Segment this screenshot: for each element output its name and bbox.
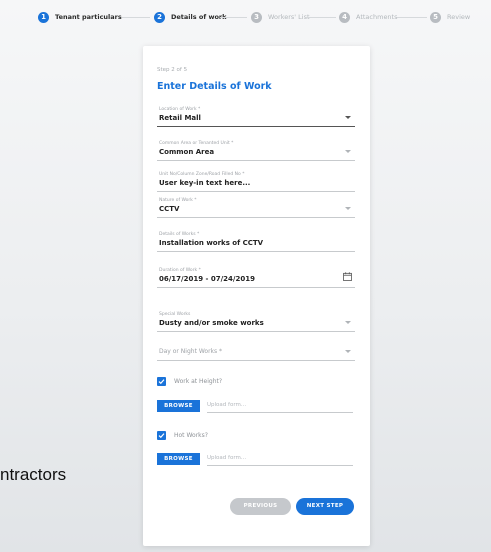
step-connector — [122, 17, 150, 18]
duration-date-range-input[interactable]: Duration of Work * 06/17/2019 - 07/24/20… — [157, 268, 355, 290]
step-label: Attachments — [356, 13, 398, 21]
chevron-down-icon — [345, 207, 351, 210]
upload-placeholder: Upload form... — [207, 402, 247, 408]
chevron-down-icon — [345, 350, 351, 353]
form-title: Enter Details of Work — [157, 81, 272, 92]
day-night-works-select[interactable]: Day or Night Works * — [157, 341, 355, 363]
field-label: Common Area or Tenanted Unit * — [159, 141, 234, 146]
field-underline — [207, 412, 353, 413]
field-underline — [157, 160, 355, 161]
previous-button[interactable]: PREVIOUS — [230, 498, 291, 515]
work-details-form-card: Step 2 of 5 Enter Details of Work Locati… — [143, 46, 370, 546]
field-value: User key-in text here... — [159, 179, 251, 187]
field-underline — [157, 331, 355, 332]
field-underline — [157, 360, 355, 361]
upload-placeholder: Upload form... — [207, 455, 247, 461]
browse-button-height[interactable]: BROWSE — [157, 400, 200, 412]
step-number: 5 — [430, 11, 441, 23]
chevron-down-icon — [345, 321, 351, 324]
field-label: Special Works — [159, 312, 191, 317]
upload-form-hot-input[interactable]: Upload form... — [207, 453, 353, 467]
overlay-caption: ntractors — [0, 465, 67, 484]
progress-stepper: 1 Tenant particulars 2 Details of work 3… — [0, 0, 491, 34]
step-number: 1 — [38, 11, 49, 23]
details-of-works-input[interactable]: Details of Works * Installation works of… — [157, 232, 355, 254]
next-step-button[interactable]: NEXT STEP — [296, 498, 354, 515]
field-underline — [207, 465, 353, 466]
step-count: Step 2 of 5 — [157, 67, 188, 73]
chevron-down-icon — [345, 116, 351, 119]
field-underline — [157, 191, 355, 192]
field-label: Location of Work * — [159, 107, 201, 112]
field-value: Dusty and/or smoke works — [159, 319, 264, 327]
area-select[interactable]: Common Area or Tenanted Unit * Common Ar… — [157, 141, 355, 163]
check-icon — [158, 379, 165, 385]
chevron-down-icon — [345, 150, 351, 153]
field-label: Details of Works * — [159, 232, 200, 237]
work-at-height-checkbox[interactable] — [157, 377, 166, 386]
field-label: Unit No/Column Zone/Road Filled No * — [159, 172, 245, 177]
browse-button-hot[interactable]: BROWSE — [157, 453, 200, 465]
step-label: Tenant particulars — [55, 13, 122, 21]
step-connector — [220, 17, 247, 18]
nature-of-work-select[interactable]: Nature of Work * CCTV — [157, 198, 355, 220]
unit-number-input[interactable]: Unit No/Column Zone/Road Filled No * Use… — [157, 172, 355, 194]
special-works-select[interactable]: Special Works Dusty and/or smoke works — [157, 312, 355, 334]
step-number: 4 — [339, 11, 350, 23]
field-underline — [157, 251, 355, 252]
field-value: 06/17/2019 - 07/24/2019 — [159, 275, 255, 283]
upload-form-height-input[interactable]: Upload form... — [207, 400, 353, 414]
calendar-icon[interactable] — [343, 272, 352, 281]
field-value: Installation works of CCTV — [159, 239, 264, 247]
step-number: 2 — [154, 11, 165, 23]
work-at-height-label: Work at Height? — [174, 378, 223, 385]
step-connector — [306, 17, 336, 18]
step-label: Workers' List — [268, 13, 310, 21]
step-3[interactable]: 3 Workers' List — [251, 11, 310, 23]
hot-works-label: Hot Works? — [174, 432, 208, 439]
field-underline — [157, 126, 355, 127]
step-number: 3 — [251, 11, 262, 23]
field-underline — [157, 287, 355, 288]
step-4[interactable]: 4 Attachments — [339, 11, 398, 23]
field-label: Duration of Work * — [159, 268, 201, 273]
field-placeholder: Day or Night Works * — [159, 348, 223, 355]
field-label: Nature of Work * — [159, 198, 197, 203]
check-icon — [158, 433, 165, 439]
field-underline — [157, 217, 355, 218]
location-select[interactable]: Location of Work * Retail Mall — [157, 107, 355, 129]
step-label: Details of work — [171, 13, 227, 21]
field-value: CCTV — [159, 205, 180, 213]
step-1[interactable]: 1 Tenant particulars — [38, 11, 122, 23]
field-value: Common Area — [159, 148, 215, 156]
hot-works-checkbox[interactable] — [157, 431, 166, 440]
field-value: Retail Mall — [159, 114, 201, 122]
step-5[interactable]: 5 Review — [430, 11, 470, 23]
step-label: Review — [447, 13, 471, 21]
step-2[interactable]: 2 Details of work — [154, 11, 226, 23]
step-connector — [397, 17, 427, 18]
